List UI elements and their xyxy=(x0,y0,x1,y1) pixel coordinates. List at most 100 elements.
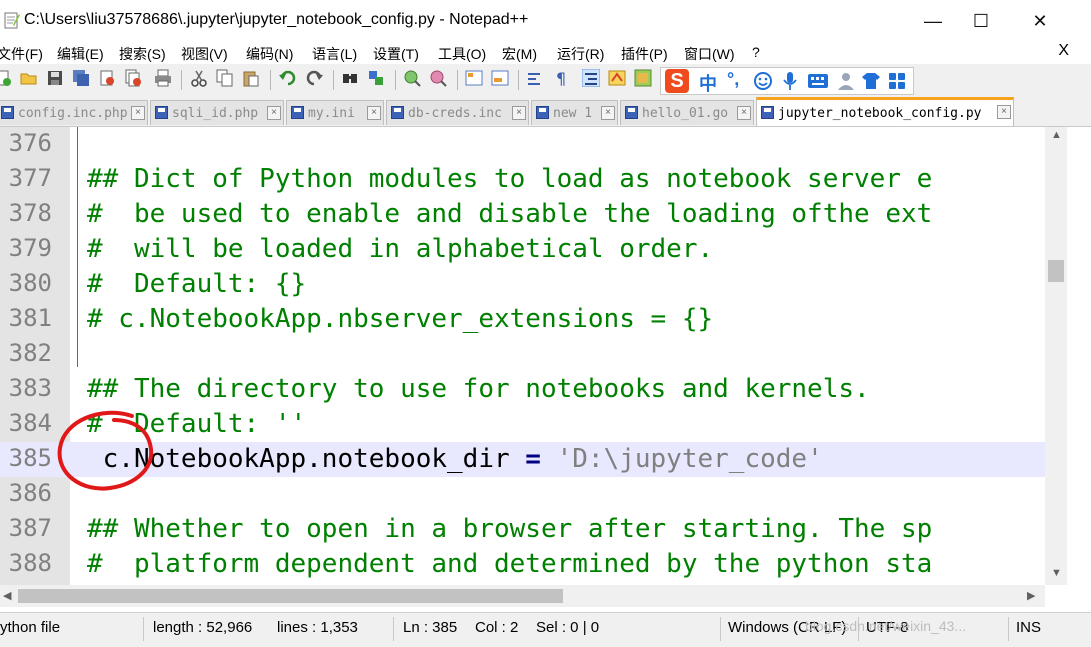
keyboard-icon[interactable] xyxy=(807,73,829,89)
sogou-logo[interactable]: S xyxy=(665,69,689,93)
status-lines: lines : 1,353 xyxy=(277,619,358,636)
menu-search[interactable]: 搜索(S) xyxy=(119,44,166,64)
code-line[interactable]: 378 # be used to enable and disable the … xyxy=(0,197,1045,232)
menu-edit[interactable]: 编辑(E) xyxy=(57,44,104,64)
code-editor[interactable]: 376 377 ## Dict of Python modules to loa… xyxy=(0,127,1045,585)
vertical-scrollbar[interactable]: ▲ ▼ xyxy=(1045,127,1067,585)
skin-icon[interactable] xyxy=(861,71,881,91)
save-all-icon[interactable] xyxy=(72,69,90,87)
tab-label: sqli_id.php xyxy=(172,106,259,121)
menu-plugins[interactable]: 插件(P) xyxy=(621,44,668,64)
user-language-icon[interactable] xyxy=(608,69,626,87)
close-file-icon[interactable] xyxy=(98,69,116,87)
tab-close-button[interactable]: × xyxy=(997,105,1011,119)
open-file-icon[interactable] xyxy=(20,69,38,87)
horizontal-scrollbar[interactable]: ◀ ▶ xyxy=(0,585,1045,607)
tab-new-1[interactable]: new 1 × xyxy=(531,100,618,125)
horizontal-scroll-thumb[interactable] xyxy=(18,589,563,603)
menu-tools[interactable]: 工具(O) xyxy=(438,44,486,64)
tab-close-button[interactable]: × xyxy=(267,106,281,120)
tab-bar: config.inc.php × sqli_id.php × my.ini × … xyxy=(0,96,1091,127)
line-number: 387 xyxy=(8,514,52,542)
code-line[interactable]: 384 # Default: '' xyxy=(0,407,1045,442)
status-selection: Sel : 0 | 0 xyxy=(536,619,600,636)
code-line[interactable]: 376 xyxy=(0,127,1045,162)
tab-my-ini[interactable]: my.ini × xyxy=(286,100,384,125)
code-string: 'D:\jupyter_code' xyxy=(556,444,823,474)
emoji-icon[interactable] xyxy=(753,71,773,91)
code-line[interactable]: 387 ## Whether to open in a browser afte… xyxy=(0,512,1045,547)
sync-horizontal-icon[interactable] xyxy=(491,69,509,87)
ime-punct-toggle[interactable]: °, xyxy=(727,69,739,90)
scroll-down-icon[interactable]: ▼ xyxy=(1051,567,1062,579)
close-all-icon[interactable] xyxy=(124,69,142,87)
status-separator xyxy=(1008,617,1009,641)
cut-icon[interactable] xyxy=(190,69,208,87)
code-text: # platform dependent and determined by t… xyxy=(87,549,933,579)
ime-lang-toggle[interactable]: 中 xyxy=(699,70,717,96)
menu-settings[interactable]: 设置(T) xyxy=(373,44,419,64)
microphone-icon[interactable] xyxy=(781,71,799,91)
menu-run[interactable]: 运行(R) xyxy=(557,44,604,64)
tab-jupyter-notebook-config-py[interactable]: jupyter_notebook_config.py × xyxy=(756,97,1014,126)
tab-db-creds-inc[interactable]: db-creds.inc × xyxy=(386,100,529,125)
close-window-button[interactable]: ✕ xyxy=(1017,6,1063,36)
code-line[interactable]: 380 # Default: {} xyxy=(0,267,1045,302)
tab-label: new 1 xyxy=(553,106,593,121)
code-line[interactable]: 377 ## Dict of Python modules to load as… xyxy=(0,162,1045,197)
tab-config-inc-php[interactable]: config.inc.php × xyxy=(0,100,148,125)
document-map-icon[interactable] xyxy=(634,69,652,87)
undo-icon[interactable] xyxy=(279,69,297,87)
scroll-left-icon[interactable]: ◀ xyxy=(3,589,11,602)
tab-close-button[interactable]: × xyxy=(601,106,615,120)
vertical-scroll-thumb[interactable] xyxy=(1048,260,1064,282)
tab-hello-01-go[interactable]: hello_01.go × xyxy=(620,100,754,125)
code-line[interactable]: 381 # c.NotebookApp.nbserver_extensions … xyxy=(0,302,1045,337)
menu-help[interactable]: ? xyxy=(752,44,760,60)
replace-icon[interactable] xyxy=(367,69,385,87)
maximize-button[interactable]: ☐ xyxy=(958,6,1004,36)
tab-label: hello_01.go xyxy=(642,106,729,121)
tab-close-button[interactable]: × xyxy=(737,106,751,120)
tab-sqli-id-php[interactable]: sqli_id.php × xyxy=(150,100,284,125)
line-number: 385 xyxy=(8,444,52,472)
menu-window[interactable]: 窗口(W) xyxy=(684,44,735,64)
menu-macro[interactable]: 宏(M) xyxy=(502,44,537,64)
word-wrap-icon[interactable] xyxy=(526,69,544,87)
indent-guide-icon[interactable] xyxy=(582,69,600,87)
menu-encoding[interactable]: 编码(N) xyxy=(246,44,293,64)
scroll-up-icon[interactable]: ▲ xyxy=(1051,129,1062,141)
new-file-icon[interactable] xyxy=(0,69,12,87)
copy-icon[interactable] xyxy=(216,69,234,87)
zoom-in-icon[interactable] xyxy=(403,69,421,87)
save-icon[interactable] xyxy=(46,69,64,87)
redo-icon[interactable] xyxy=(305,69,323,87)
line-number: 388 xyxy=(8,549,52,577)
print-icon[interactable] xyxy=(154,69,172,87)
menu-language[interactable]: 语言(L) xyxy=(312,44,357,64)
zoom-out-icon[interactable] xyxy=(429,69,447,87)
toolbox-icon[interactable] xyxy=(887,71,907,91)
close-document-button[interactable]: X xyxy=(1058,42,1069,60)
sync-vertical-icon[interactable] xyxy=(465,69,483,87)
user-icon[interactable] xyxy=(837,71,855,91)
code-line[interactable]: 388 # platform dependent and determined … xyxy=(0,547,1045,582)
tab-close-button[interactable]: × xyxy=(131,106,145,120)
minimize-button[interactable]: — xyxy=(910,6,956,36)
toolbar-separator xyxy=(333,70,334,90)
code-line[interactable]: 379 # will be loaded in alphabetical ord… xyxy=(0,232,1045,267)
find-icon[interactable] xyxy=(341,69,359,87)
code-text: # Default: '' xyxy=(87,409,307,439)
code-line[interactable]: 382 xyxy=(0,337,1045,372)
tab-close-button[interactable]: × xyxy=(367,106,381,120)
paste-icon[interactable] xyxy=(242,69,260,87)
menu-file[interactable]: 文件(F) xyxy=(0,44,43,64)
show-all-chars-icon[interactable]: ¶ xyxy=(552,69,570,87)
code-line[interactable]: 383 ## The directory to use for notebook… xyxy=(0,372,1045,407)
menu-view[interactable]: 视图(V) xyxy=(181,44,228,64)
code-line[interactable]: 386 xyxy=(0,477,1045,512)
tab-close-button[interactable]: × xyxy=(512,106,526,120)
current-code-line[interactable]: 385 c.NotebookApp.notebook_dir = 'D:\jup… xyxy=(0,442,1045,477)
file-icon xyxy=(291,106,304,119)
scroll-right-icon[interactable]: ▶ xyxy=(1027,589,1035,602)
